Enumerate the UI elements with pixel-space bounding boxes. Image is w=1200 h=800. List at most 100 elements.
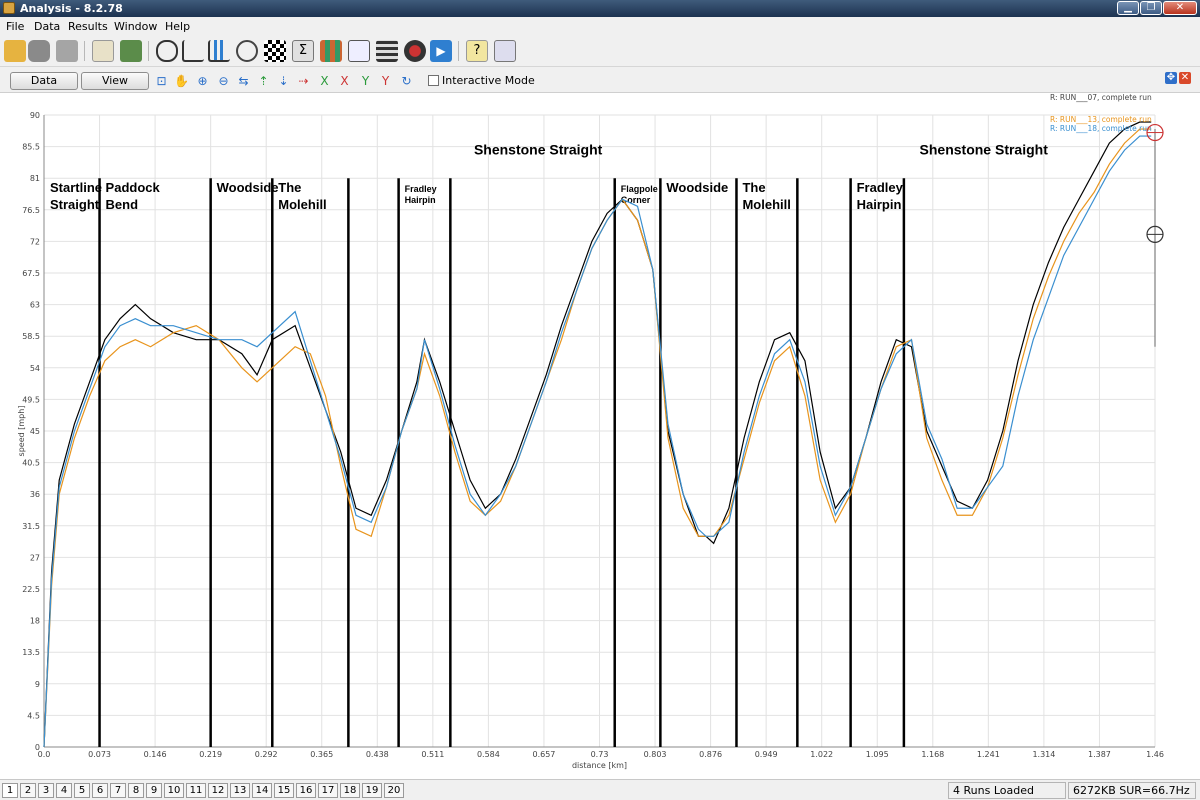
x-tick-label: 0.73 [591,750,609,759]
y-tick-label: 13.5 [22,648,40,657]
run-tab-12[interactable]: 12 [208,783,228,798]
y-tick-label: 90 [30,111,40,120]
run-tab-20[interactable]: 20 [384,783,404,798]
y-tick-label: 22.5 [22,585,40,594]
stopwatch-icon[interactable] [236,40,258,62]
clipboard-icon[interactable] [92,40,114,62]
open-folder-icon[interactable] [4,40,26,62]
menu-file[interactable]: File [6,20,24,33]
x-tick-label: 1.314 [1032,750,1055,759]
y-axis-alt-icon[interactable]: Y [378,74,393,89]
view-options-button[interactable]: View options [81,72,149,103]
section-label: Straight [50,197,100,212]
toolbar-separator [148,41,149,61]
legend-entry: R: RUN___13, complete run [1050,115,1152,124]
x-tick-label: 0.584 [477,750,500,759]
help-icon[interactable]: ? [466,40,488,62]
maximize-button[interactable]: ❐ [1140,1,1162,15]
run-tab-5[interactable]: 5 [74,783,90,798]
run-tab-15[interactable]: 15 [274,783,294,798]
y-tick-label: 54 [30,364,40,373]
y-tick-label: 36 [30,490,40,499]
track-map-icon[interactable] [156,40,178,62]
section-label: Hairpin [405,195,436,205]
print-icon[interactable] [56,40,78,62]
gauge-icon[interactable] [404,40,426,62]
x-tick-label: 0.803 [644,750,667,759]
run-tab-9[interactable]: 9 [146,783,162,798]
run-tab-7[interactable]: 7 [110,783,126,798]
close-button[interactable]: ✕ [1163,1,1197,15]
x-tick-label: 1.46 [1146,750,1164,759]
run-tab-18[interactable]: 18 [340,783,360,798]
zoom-hand-icon[interactable]: ✋ [174,74,189,89]
run-tab-16[interactable]: 16 [296,783,316,798]
menu-help[interactable]: Help [165,20,190,33]
x-tick-label: 0.657 [532,750,555,759]
menu-results[interactable]: Results [68,20,108,33]
zoom-window-icon[interactable]: ⊡ [154,74,169,89]
panel-move-icon[interactable]: ✥ [1165,72,1177,84]
y-tick-label: 76.5 [22,206,40,215]
grid-icon[interactable] [320,40,342,62]
spreadsheet-icon[interactable] [120,40,142,62]
report-icon[interactable] [494,40,516,62]
y-tick-label: 72 [30,237,40,246]
run-tab-8[interactable]: 8 [128,783,144,798]
zoom-in-icon[interactable]: ⊕ [195,74,210,89]
y-tick-label: 0 [35,743,40,752]
section-label: The [742,180,765,195]
run-tab-14[interactable]: 14 [252,783,272,798]
pan-horizontal-icon[interactable]: ⇆ [236,74,251,89]
graph-icon[interactable] [348,40,370,62]
x-tick-label: 0.292 [255,750,278,759]
bar-chart-icon[interactable] [208,40,230,62]
speed-distance-chart[interactable]: 0.0 0.073 0.146 0.219 0.292 0.365 0.438 0.511 0.… [0,92,1200,778]
arrow-up-icon[interactable]: ⇡ [256,74,271,89]
run-tab-1[interactable]: 1 [2,783,18,798]
run-tab-6[interactable]: 6 [92,783,108,798]
run-tab-10[interactable]: 10 [164,783,184,798]
interactive-mode-checkbox[interactable] [428,75,439,86]
y-tick-label: 45 [30,427,40,436]
menu-window[interactable]: Window [114,20,157,33]
data-options-button[interactable]: Data options [10,72,78,103]
x-tick-label: 1.168 [921,750,944,759]
run-tab-11[interactable]: 11 [186,783,206,798]
database-icon[interactable] [28,40,50,62]
x-axis-label: distance [km] [572,761,627,770]
run-tab-17[interactable]: 17 [318,783,338,798]
run-tab-3[interactable]: 3 [38,783,54,798]
arrow-right-icon[interactable]: ⇢ [296,74,311,89]
sigma-icon[interactable]: Σ [292,40,314,62]
minimize-button[interactable]: ▁ [1117,1,1139,15]
section-label: Molehill [742,197,790,212]
arrow-down-icon[interactable]: ⇣ [276,74,291,89]
line-chart-icon[interactable] [182,40,204,62]
section-label: Flagpole [621,184,658,194]
checkered-flag-icon[interactable] [264,40,286,62]
y-axis-icon[interactable]: Y [358,74,373,89]
run-tab-13[interactable]: 13 [230,783,250,798]
x-axis-alt-icon[interactable]: X [337,74,352,89]
run-tab-4[interactable]: 4 [56,783,72,798]
x-tick-label: 0.949 [755,750,778,759]
film-icon[interactable] [376,40,398,62]
run-tab-2[interactable]: 2 [20,783,36,798]
x-tick-label: 1.241 [977,750,1000,759]
x-tick-label: 1.387 [1088,750,1111,759]
menu-bar: File Data Results Window Help [0,17,1200,35]
y-tick-label: 81 [30,174,40,183]
section-label-top: Shenstone Straight [920,142,1049,158]
x-axis-icon[interactable]: X [317,74,332,89]
run-tab-19[interactable]: 19 [362,783,382,798]
refresh-icon[interactable]: ↻ [399,74,414,89]
play-icon[interactable]: ▶ [430,40,452,62]
section-label: Paddock [106,180,161,195]
section-label: Woodside [666,180,728,195]
panel-close-icon[interactable]: ✕ [1179,72,1191,84]
menu-data[interactable]: Data [34,20,60,33]
toolbar-separator [84,41,85,61]
zoom-out-icon[interactable]: ⊖ [216,74,231,89]
y-tick-label: 85.5 [22,143,40,152]
